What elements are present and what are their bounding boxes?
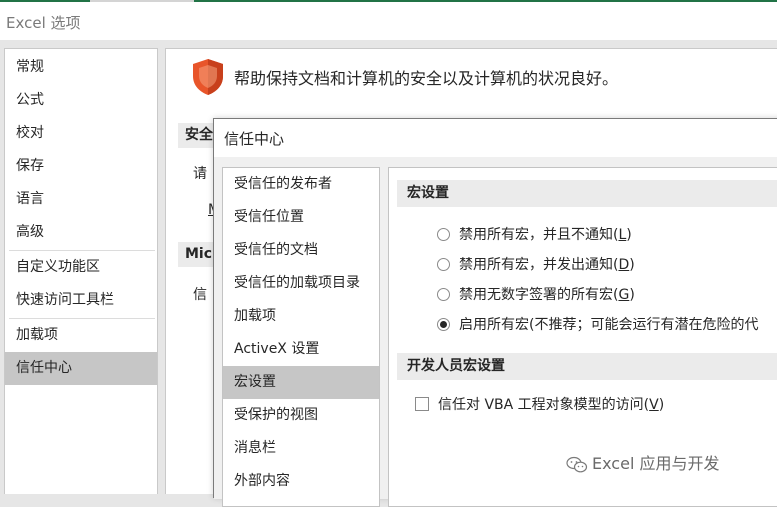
developer-settings-heading: 开发人员宏设置 <box>397 353 777 380</box>
sidebar-item-addins[interactable]: 加载项 <box>5 319 157 352</box>
dialog-nav-message-bar[interactable]: 消息栏 <box>223 432 379 465</box>
access-key: V <box>649 397 659 413</box>
checkbox-label-suffix: ) <box>658 397 665 413</box>
dialog-nav-trusted-publishers[interactable]: 受信任的发布者 <box>223 168 379 201</box>
radio-button[interactable] <box>437 287 450 301</box>
trust-center-dialog: 信任中心 受信任的发布者 受信任位置 受信任的文档 受信任的加载项目录 加载项 … <box>213 118 777 507</box>
section-text: 请 <box>193 166 207 182</box>
sidebar-item-save[interactable]: 保存 <box>5 150 157 183</box>
radio-label-suffix: ) <box>629 257 635 273</box>
radio-label: 启用所有宏(不推荐；可能会运行有潜在危险的代 <box>459 317 759 333</box>
wechat-icon <box>566 456 588 472</box>
radio-button[interactable] <box>437 257 450 271</box>
watermark: Excel 应用与开发 <box>566 450 719 474</box>
dialog-nav-protected-view[interactable]: 受保护的视图 <box>223 399 379 432</box>
sidebar-item-general[interactable]: 常规 <box>5 51 157 84</box>
dialog-nav-trusted-addin-catalogs[interactable]: 受信任的加载项目录 <box>223 267 379 300</box>
sidebar-item-quick-access[interactable]: 快速访问工具栏 <box>5 284 157 317</box>
window-title: Excel 选项 <box>6 14 81 32</box>
dialog-nav-trusted-locations[interactable]: 受信任位置 <box>223 201 379 234</box>
radio-label: 禁用无数字签署的所有宏( <box>459 287 619 303</box>
radio-button[interactable] <box>437 227 450 241</box>
section-text: 信 <box>193 287 207 303</box>
help-text: 帮助保持文档和计算机的安全以及计算机的状况良好。 <box>234 69 619 88</box>
sidebar-item-customize-ribbon[interactable]: 自定义功能区 <box>5 251 157 284</box>
radio-disable-no-notify[interactable]: 禁用所有宏，并且不通知(L) <box>437 224 632 246</box>
checkbox-label: 信任对 VBA 工程对象模型的访问( <box>438 397 650 413</box>
title-bar: Excel 选项 <box>0 2 777 40</box>
sidebar-item-advanced[interactable]: 高级 <box>5 216 157 249</box>
dialog-title: 信任中心 <box>224 130 285 148</box>
checkbox-trust-vba[interactable]: 信任对 VBA 工程对象模型的访问(V) <box>415 394 664 416</box>
dialog-nav-external-content[interactable]: 外部内容 <box>223 465 379 498</box>
dialog-nav-activex-settings[interactable]: ActiveX 设置 <box>223 333 379 366</box>
access-key: D <box>618 257 630 273</box>
radio-label: 禁用所有宏，并且不通知( <box>459 227 619 243</box>
sidebar-item-proofing[interactable]: 校对 <box>5 117 157 150</box>
shield-icon <box>193 59 223 95</box>
macro-settings-heading: 宏设置 <box>397 180 777 207</box>
dialog-nav-addins[interactable]: 加载项 <box>223 300 379 333</box>
radio-enable-all[interactable]: 启用所有宏(不推荐；可能会运行有潜在危险的代 <box>437 314 758 336</box>
radio-disable-with-notify[interactable]: 禁用所有宏，并发出通知(D) <box>437 254 635 276</box>
radio-label: 禁用所有宏，并发出通知( <box>459 257 619 273</box>
options-sidebar: 常规 公式 校对 保存 语言 高级 自定义功能区 快速访问工具栏 加载项 信任中… <box>4 48 158 494</box>
dialog-nav-macro-settings[interactable]: 宏设置 <box>223 366 379 399</box>
sidebar-item-formulas[interactable]: 公式 <box>5 84 157 117</box>
dialog-nav: 受信任的发布者 受信任位置 受信任的文档 受信任的加载项目录 加载项 Activ… <box>222 167 380 507</box>
radio-disable-unsigned[interactable]: 禁用无数字签署的所有宏(G) <box>437 284 635 306</box>
access-key: G <box>618 287 630 303</box>
radio-label-suffix: ) <box>629 287 635 303</box>
sidebar-item-language[interactable]: 语言 <box>5 183 157 216</box>
watermark-text: Excel 应用与开发 <box>592 454 720 473</box>
radio-label-suffix: ) <box>626 227 632 243</box>
checkbox[interactable] <box>415 397 429 411</box>
radio-button-selected[interactable] <box>437 317 450 331</box>
dialog-nav-trusted-documents[interactable]: 受信任的文档 <box>223 234 379 267</box>
sidebar-item-trust-center[interactable]: 信任中心 <box>5 352 157 385</box>
